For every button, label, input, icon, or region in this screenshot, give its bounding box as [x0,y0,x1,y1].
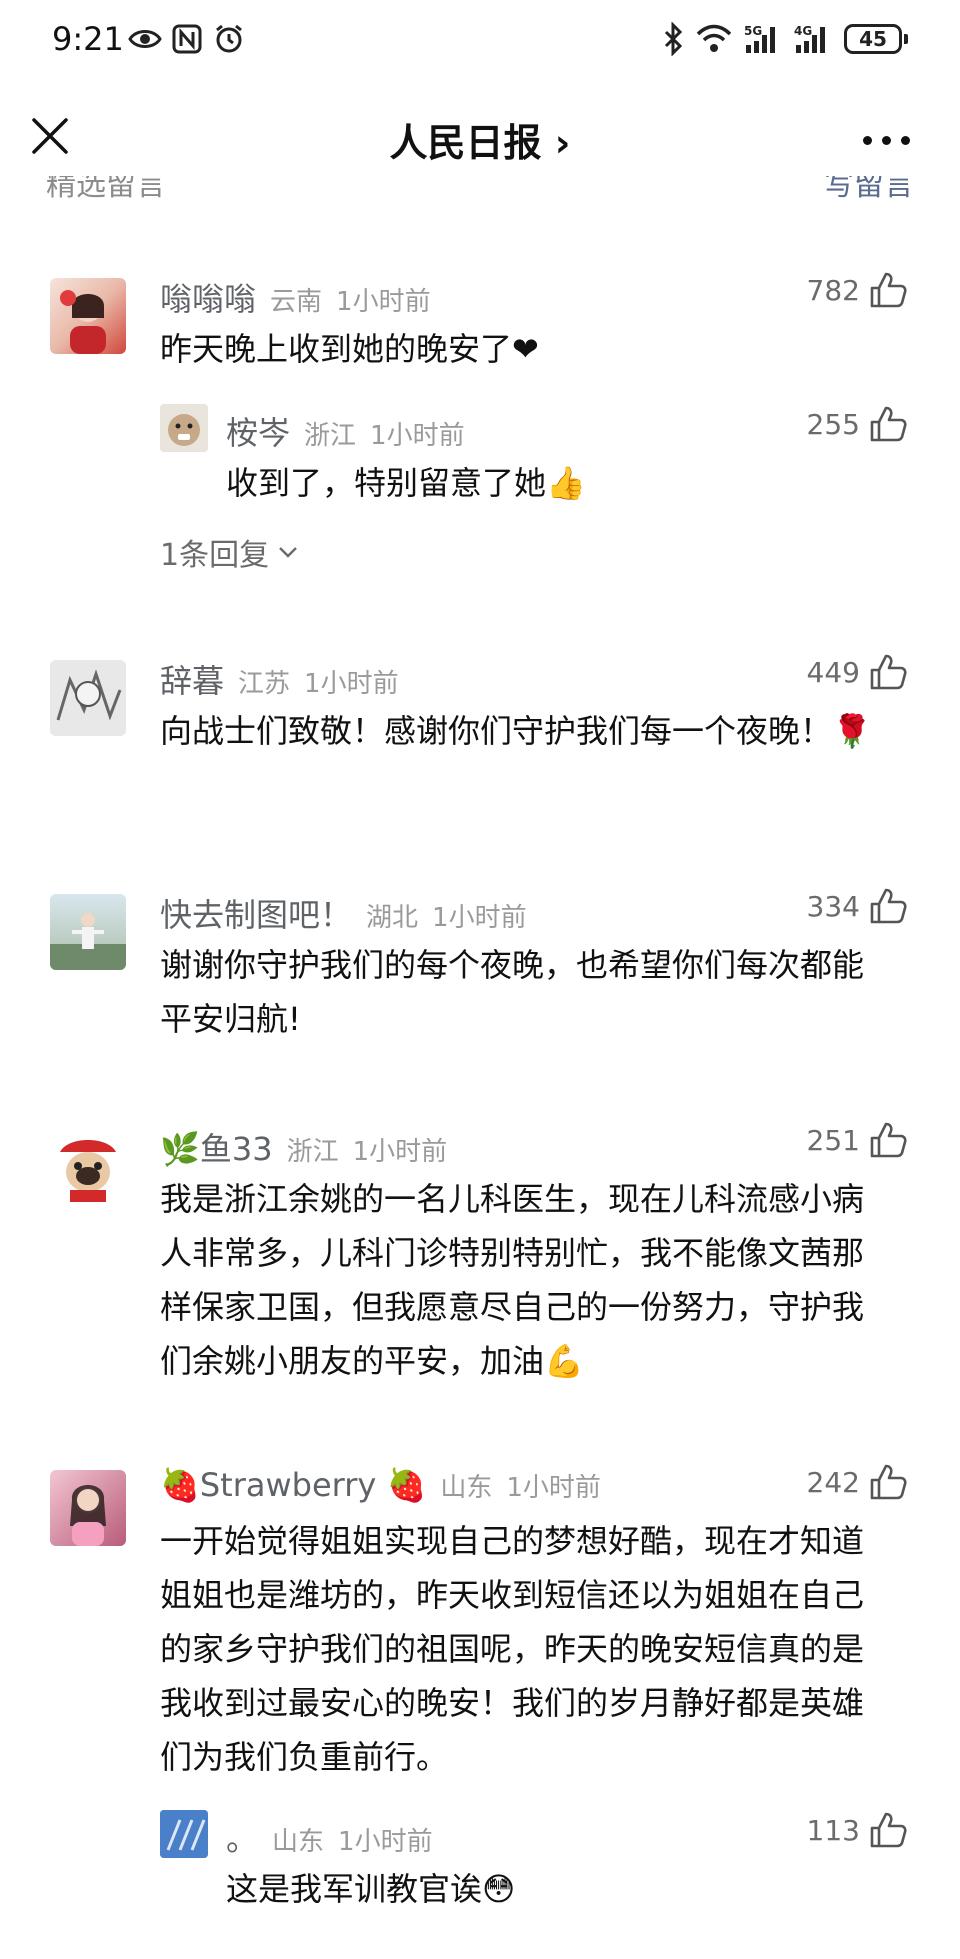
reply-like-button[interactable]: 255 [807,404,908,444]
timestamp: 1小时前 [432,903,527,933]
avatar-image [60,1140,116,1202]
reply-timestamp: 1小时前 [370,421,465,451]
thumbs-up-icon [870,1812,907,1848]
thumbs-up-icon [870,272,907,308]
timestamp: 1小时前 [336,287,431,317]
svg-text:4G: 4G [794,24,812,38]
username[interactable]: 嗡嗡嗡 [160,274,256,320]
chevron-down-icon [279,547,297,558]
reply-like-count: 113 [806,1813,860,1847]
svg-text:5G: 5G [744,24,762,38]
like-count: 449 [806,655,860,689]
comment-text: 谢谢你守护我们的每个夜晚，也希望你们每次都能平安归航! [160,946,865,1038]
avatar-image [168,414,200,446]
avatar-image [70,1485,106,1546]
region: 浙江 [286,1137,339,1167]
status-time: 9:21 [52,20,124,58]
nav-bar: 人民日报 › [0,90,960,186]
reply-username[interactable]: 。 [226,1814,258,1860]
region: 山东 [440,1473,493,1503]
avatar-image [160,1810,208,1858]
like-button[interactable]: 251 [807,1120,908,1160]
battery-tip [904,34,908,44]
more-dot [882,136,891,145]
like-button[interactable]: 334 [807,886,908,926]
comment-header: 辞暮 江苏 1小时前 [160,656,399,702]
reply-region: 浙江 [304,421,357,451]
avatar[interactable] [50,894,126,970]
more-dot [901,136,910,145]
section-header: 精选留言 写留言 [46,176,914,206]
avatar[interactable] [50,1470,126,1546]
comment-text: 向战士们致敬！感谢你们守护我们每一个夜晚！🌹 [160,712,872,750]
reply-header: 桉岑 浙江 1小时前 [226,408,465,454]
avatar[interactable] [50,1128,126,1204]
write-comment-link[interactable]: 写留言 [824,176,914,204]
section-title: 精选留言 [46,176,166,203]
status-bar: 9:21 5G 4G 45 [0,0,960,80]
avatar[interactable] [50,660,126,736]
comment-header: 🌿鱼33 浙江 1小时前 [160,1124,447,1170]
thumbs-up-icon [870,888,907,924]
avatar-image [50,913,126,970]
like-button[interactable]: 242 [807,1462,908,1502]
reply-header: 。 山东 1小时前 [226,1814,433,1860]
bluetooth-icon [664,22,683,56]
like-count: 782 [806,273,860,307]
signal-5g-icon: 5G [744,24,775,53]
thumbs-up-icon [870,654,907,690]
region: 湖北 [366,903,419,933]
avatar-image [60,290,106,354]
more-replies-label: 1条回复 [160,538,270,573]
more-icon[interactable] [863,136,910,145]
reply-timestamp: 1小时前 [338,1827,433,1857]
reply-username[interactable]: 桉岑 [226,408,290,454]
region: 江苏 [238,669,291,699]
username[interactable]: 快去制图吧！ [160,890,352,936]
wifi-icon [696,24,732,52]
avatar[interactable] [50,278,126,354]
comment-header: 快去制图吧！ 湖北 1小时前 [160,890,527,936]
eye-icon [128,30,162,48]
region: 云南 [270,287,323,317]
status-icons-right: 5G 4G 45 [662,22,908,56]
nfc-icon [172,24,202,54]
thumbs-up-icon [870,406,907,442]
comment-text: 一开始觉得姐姐实现自己的梦想好酷，现在才知道姐姐也是潍坊的，昨天收到短信还以为姐… [160,1522,865,1776]
reply-avatar[interactable] [160,404,208,452]
alarm-icon [216,24,242,53]
signal-4g-icon: 4G [794,24,825,53]
comment-header: 嗡嗡嗡 云南 1小时前 [160,274,431,320]
reply-avatar[interactable] [160,1810,208,1858]
timestamp: 1小时前 [506,1473,601,1503]
comment-text: 我是浙江余姚的一名儿科医生，现在儿科流感小病人非常多，儿科门诊特别特别忙，我不能… [160,1180,865,1380]
like-count: 251 [806,1123,860,1157]
comment-text: 昨天晚上收到她的晚安了❤ [160,330,539,368]
battery-icon: 45 [844,24,902,54]
reply-like-button[interactable]: 113 [807,1810,908,1850]
thumbs-up-icon [870,1464,907,1500]
like-count: 334 [806,889,860,923]
comment-header: 🍓Strawberry 🍓 山东 1小时前 [160,1466,601,1504]
thumbs-up-icon [870,1122,907,1158]
like-button[interactable]: 782 [807,270,908,310]
reply-text: 收到了，特别留意了她👍 [226,464,586,502]
like-button[interactable]: 449 [807,652,908,692]
like-count: 242 [806,1465,860,1499]
status-icons-left [128,22,246,56]
more-dot [863,136,872,145]
username[interactable]: 辞暮 [160,656,224,702]
username[interactable]: 🌿鱼33 [160,1124,273,1170]
reply-text: 这是我军训教官诶😳 [226,1870,516,1908]
timestamp: 1小时前 [304,669,399,699]
reply-region: 山东 [272,1827,325,1857]
page-title[interactable]: 人民日报 › [0,112,960,167]
timestamp: 1小时前 [352,1137,448,1167]
reply-like-count: 255 [806,407,860,441]
avatar-image [50,660,126,736]
more-replies-button[interactable]: 1条回复 [160,530,299,574]
username[interactable]: 🍓Strawberry 🍓 [160,1466,426,1504]
